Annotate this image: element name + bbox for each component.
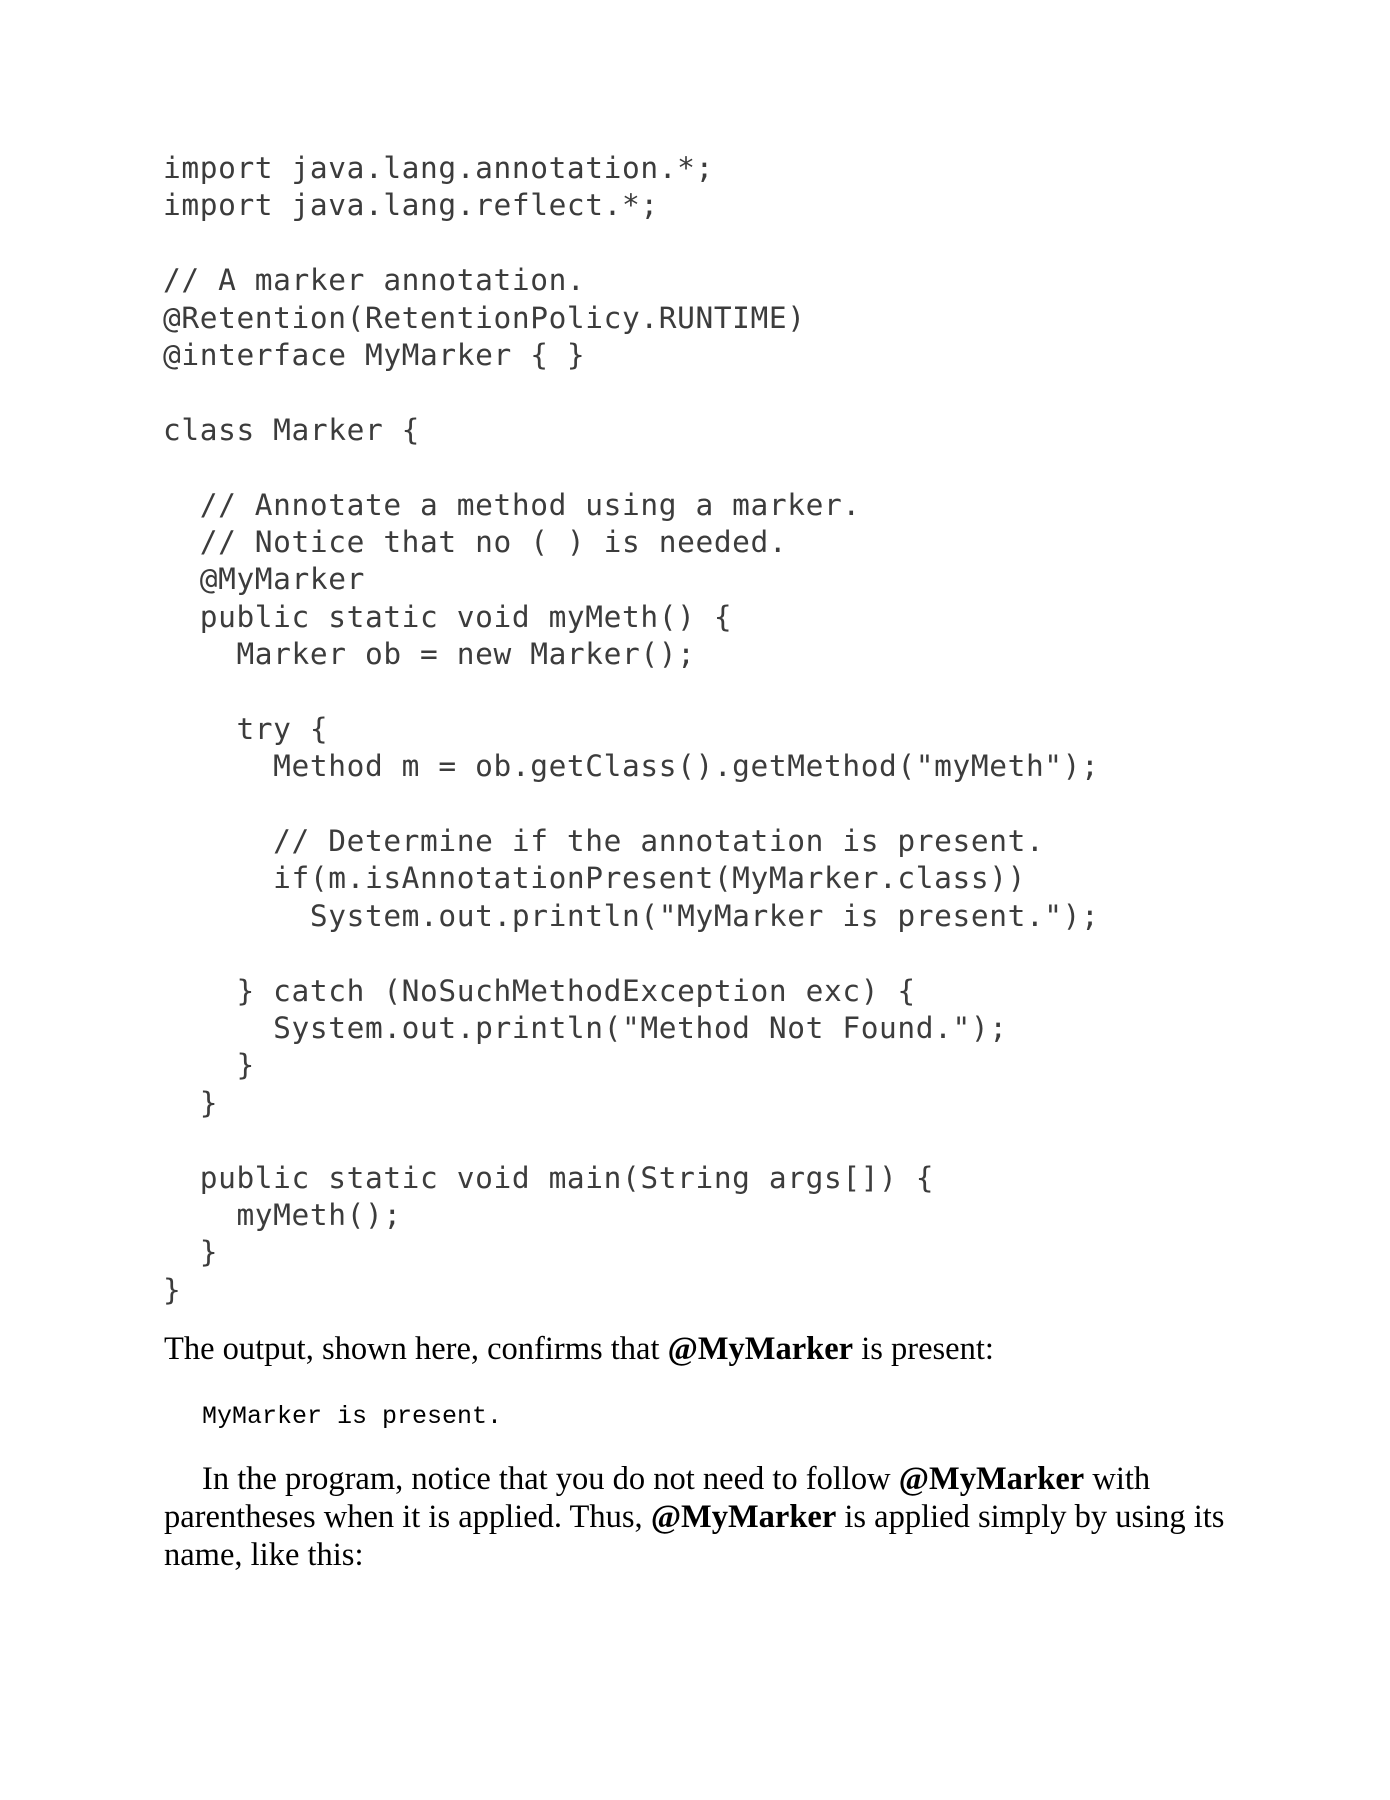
code-line: import java.lang.reflect.*; — [163, 188, 659, 223]
code-line: } — [163, 1272, 182, 1307]
code-line: System.out.println("Method Not Found."); — [163, 1010, 1008, 1045]
code-line: } catch (NoSuchMethodException exc) { — [163, 973, 916, 1008]
code-line: public static void main(String args[]) { — [163, 1160, 935, 1195]
annotation-name-bold: @MyMarker — [898, 1461, 1085, 1497]
annotation-name-bold: @MyMarker — [650, 1499, 837, 1535]
code-line: } — [163, 1048, 255, 1083]
code-line: myMeth(); — [163, 1197, 402, 1232]
code-line: // A marker annotation. — [163, 263, 586, 298]
code-line: System.out.println("MyMarker is present.… — [163, 898, 1100, 933]
output-intro-text-end: is present: — [853, 1331, 994, 1367]
code-listing: import java.lang.annotation.*; import jav… — [163, 150, 1099, 1309]
code-line: import java.lang.annotation.*; — [163, 151, 714, 185]
explanation-text: In the program, notice that you do not n… — [202, 1461, 899, 1497]
code-line: class Marker { — [163, 412, 421, 447]
code-line: // Determine if the annotation is presen… — [163, 824, 1045, 859]
code-line: Marker ob = new Marker(); — [163, 637, 696, 672]
code-line: } — [163, 1235, 219, 1270]
code-line: @MyMarker — [163, 562, 365, 597]
code-line: } — [163, 1085, 219, 1120]
code-line: @interface MyMarker { } — [163, 337, 586, 372]
annotation-name-bold: @MyMarker — [667, 1331, 854, 1367]
code-line: @Retention(RetentionPolicy.RUNTIME) — [163, 300, 806, 335]
code-line: if(m.isAnnotationPresent(MyMarker.class)… — [163, 861, 1026, 896]
explanation-paragraph: In the program, notice that you do not n… — [164, 1460, 1244, 1574]
code-line: // Notice that no ( ) is needed. — [163, 524, 788, 559]
document-page: import java.lang.annotation.*; import jav… — [0, 0, 1390, 1800]
code-line: public static void myMeth() { — [163, 599, 733, 634]
code-line: try { — [163, 711, 329, 746]
program-output: MyMarker is present. — [202, 1402, 503, 1431]
output-intro-text: The output, shown here, confirms that — [164, 1331, 668, 1367]
output-intro-paragraph: The output, shown here, confirms that @M… — [164, 1330, 1244, 1368]
code-line: // Annotate a method using a marker. — [163, 487, 861, 522]
code-line: Method m = ob.getClass().getMethod("myMe… — [163, 749, 1100, 784]
